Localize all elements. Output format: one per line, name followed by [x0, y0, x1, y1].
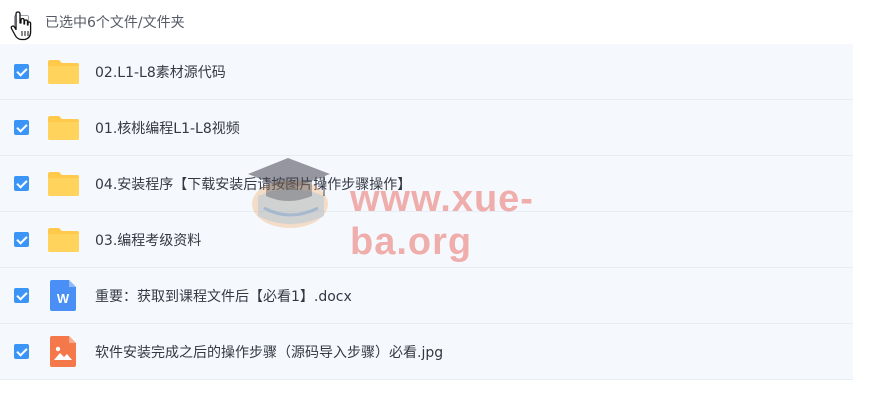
file-name[interactable]: 02.L1-L8素材源代码: [95, 62, 226, 82]
list-item[interactable]: 01.核桃编程L1-L8视频: [0, 100, 853, 156]
row-checkbox[interactable]: [14, 64, 29, 79]
list-item[interactable]: W 重要：获取到课程文件后【必看1】.docx: [0, 268, 853, 324]
hand-cursor-icon: [10, 11, 32, 41]
file-name[interactable]: 01.核桃编程L1-L8视频: [95, 118, 240, 138]
file-name[interactable]: 04.安装程序【下载安装后请按图片操作步骤操作】: [95, 174, 411, 194]
row-checkbox[interactable]: [14, 176, 29, 191]
scrollbar[interactable]: [855, 44, 869, 394]
file-name[interactable]: 重要：获取到课程文件后【必看1】.docx: [95, 286, 352, 306]
row-checkbox[interactable]: [14, 120, 29, 135]
file-name[interactable]: 03.编程考级资料: [95, 230, 201, 250]
list-item[interactable]: 软件安装完成之后的操作步骤（源码导入步骤）必看.jpg: [0, 324, 853, 380]
image-file-icon: [50, 336, 76, 367]
row-checkbox[interactable]: [14, 232, 29, 247]
file-list: 02.L1-L8素材源代码 01.核桃编程L1-L8视频 04.安装程序【下载安…: [0, 44, 853, 380]
svg-text:W: W: [57, 291, 70, 306]
file-name[interactable]: 软件安装完成之后的操作步骤（源码导入步骤）必看.jpg: [95, 342, 443, 362]
folder-icon: [48, 116, 79, 140]
folder-icon: [48, 172, 79, 196]
folder-icon: [48, 60, 79, 84]
list-item[interactable]: 04.安装程序【下载安装后请按图片操作步骤操作】: [0, 156, 853, 212]
list-item[interactable]: 03.编程考级资料: [0, 212, 853, 268]
folder-icon: [48, 228, 79, 252]
word-document-icon: W: [50, 280, 76, 311]
list-item[interactable]: 02.L1-L8素材源代码: [0, 44, 853, 100]
selection-header: 已选中6个文件/文件夹: [0, 0, 869, 44]
row-checkbox[interactable]: [14, 344, 29, 359]
selection-count-label: 已选中6个文件/文件夹: [45, 15, 185, 31]
row-checkbox[interactable]: [14, 288, 29, 303]
